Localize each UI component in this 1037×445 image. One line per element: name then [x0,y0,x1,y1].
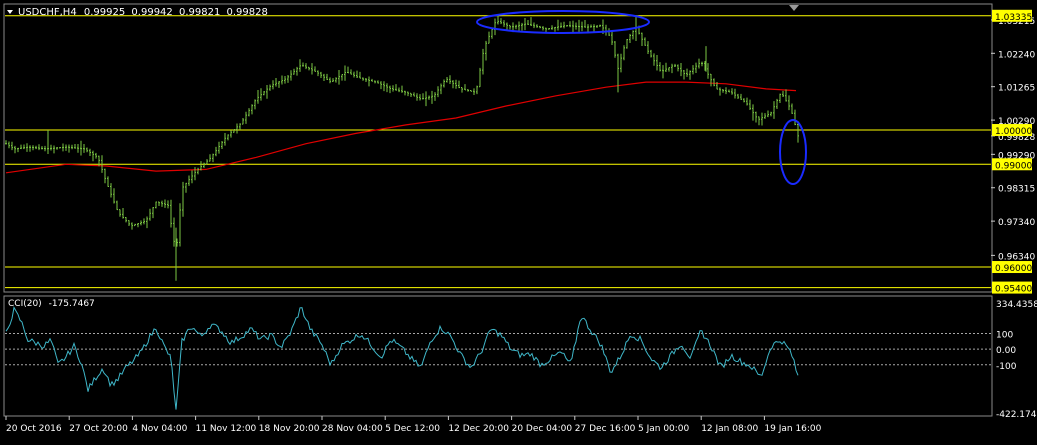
svg-text:CCI(20) -175.7467: CCI(20) -175.7467 [8,299,95,309]
time-axis: 20 Oct 2016 27 Oct 20:00 4 Nov 04:00 11 Nov… [5,416,822,434]
cci-axis: 334.4358 100 0.00 -100 -422.1749 [996,300,1037,420]
time-axis-label: 27 Dec 16:00 [575,424,636,434]
chart-window[interactable]: 1.03215 1.02240 1.01265 1.00290 0.99828 0.992… [0,0,1037,441]
price-axis-label: 0.97340 [998,218,1035,228]
time-axis-label: 19 Jan 16:00 [764,424,821,434]
time-axis-label: 12 Jan 08:00 [701,424,758,434]
cci-line-layer [5,306,799,410]
price-axis-label: 1.02240 [998,50,1035,60]
time-axis-label: 4 Nov 04:00 [132,424,187,434]
cci-axis-label: 100 [996,331,1013,341]
chart-shift-marker-icon[interactable] [789,5,799,11]
cci-level-lines [5,333,991,366]
hline-label: 0.99000 [995,161,1032,171]
time-axis-label: 20 Dec 04:00 [512,424,573,434]
low-value: 0.99821 [179,7,220,18]
dropdown-triangle-icon[interactable] [7,10,13,14]
price-axis-label: 1.01265 [998,84,1035,94]
hline-label: 1.03335 [995,13,1032,23]
cci-value: -175.7467 [49,299,95,309]
price-axis: 1.032151.022401.012651.002900.998280.992… [991,17,1035,262]
time-axis-label: 5 Jan 00:00 [638,424,690,434]
open-value: 0.99925 [84,7,125,18]
hline-label: 1.00000 [995,127,1032,137]
time-axis-label: 27 Oct 20:00 [69,424,128,434]
moving-average-layer [5,81,797,174]
hline-label: 0.95400 [995,285,1032,295]
symbol-header: USDCHF,H4 0.99925 0.99942 0.99821 0.9982… [7,7,268,18]
time-axis-label: 20 Oct 2016 [6,424,62,434]
candle-layer [5,14,799,281]
cci-axis-label: 0.00 [996,346,1016,356]
svg-text:USDCHF,H4 0.99925: USDCHF,H4 0.99925 0.99942 0.99821 0.9982… [18,7,268,18]
annotation-ellipse-top [476,10,650,34]
time-axis-label: 28 Nov 04:00 [322,424,383,434]
main-chart-frame [3,3,993,293]
horizontal-lines [5,15,991,289]
symbol-label: USDCHF,H4 [18,7,77,18]
moving-average-line [5,81,797,174]
cci-axis-label: -100 [996,362,1017,372]
time-axis-label: 12 Dec 20:00 [448,424,509,434]
time-axis-label: 11 Nov 12:00 [196,424,257,434]
cci-header: CCI(20) -175.7467 [8,299,95,309]
close-value: 0.99828 [227,7,268,18]
price-axis-label: 0.96340 [998,252,1035,262]
cci-line [5,306,799,410]
cci-axis-label: -422.1749 [996,410,1037,420]
hline-label: 0.96000 [995,264,1032,274]
cci-panel-frame [3,295,993,417]
high-value: 0.99942 [131,7,172,18]
time-axis-label: 18 Nov 20:00 [259,424,320,434]
cci-axis-label: 334.4358 [996,300,1037,310]
time-axis-label: 5 Dec 12:00 [385,424,440,434]
price-axis-label: 0.98315 [998,185,1035,195]
cci-name: CCI(20) [8,299,42,309]
